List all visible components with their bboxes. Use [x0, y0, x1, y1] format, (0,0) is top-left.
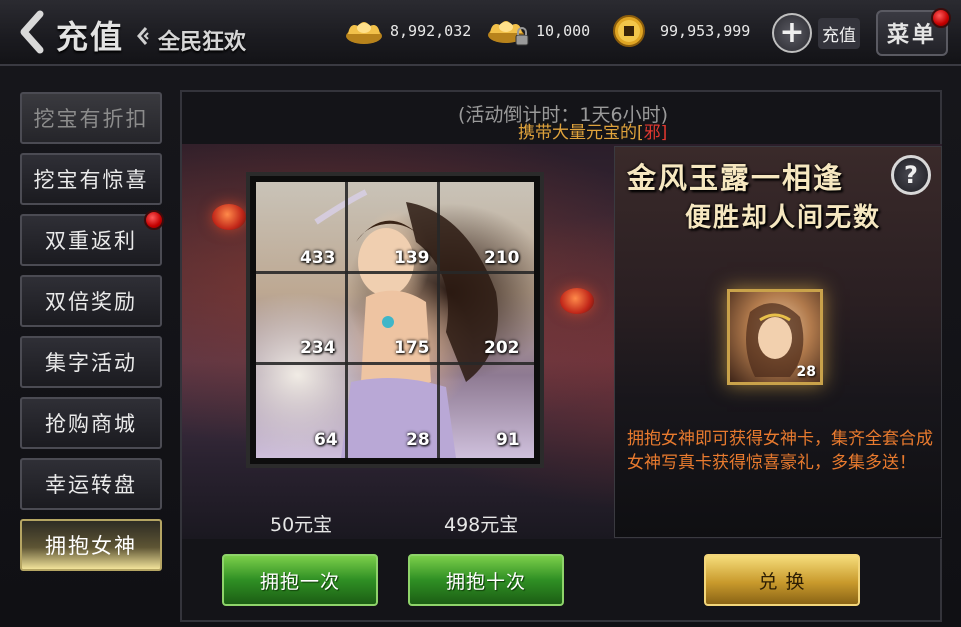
puzzle-cell-value: 175 — [394, 338, 430, 358]
sidebar-item-hug-goddess[interactable]: 拥抱女神 — [20, 519, 162, 571]
page-title: 充值 — [56, 18, 125, 56]
page-subtitle: 全民狂欢 — [158, 29, 247, 55]
promo-description: 拥抱女神即可获得女神卡，集齐全套合成女神写真卡获得惊喜豪礼，多集多送！ — [627, 429, 933, 473]
top-bar: 充值 全民狂欢 8,992,032 10,000 99,953,999 + 充值… — [0, 0, 961, 66]
copper-coin-icon — [613, 15, 645, 47]
puzzle-cell-value: 234 — [300, 338, 336, 358]
sidebar-item-dig-surprise[interactable]: 挖宝有惊喜 — [20, 153, 162, 205]
sidebar-item-double-reward[interactable]: 双倍奖励 — [20, 275, 162, 327]
puzzle-cell-value: 28 — [406, 430, 430, 450]
goddess-card-promo: 金风玉露一相逢 便胜却人间无数 ? 28 拥抱女神即可获得女神卡，集齐全套合成女… — [614, 146, 942, 538]
recharge-button[interactable]: + 充值 — [772, 12, 866, 54]
back-button[interactable] — [14, 10, 48, 54]
locked-gold-value: 10,000 — [536, 22, 591, 40]
hug-ten-price: 498元宝 — [444, 514, 519, 536]
goddess-card-item[interactable]: 28 — [727, 289, 823, 385]
sidebar-item-collect-words[interactable]: 集字活动 — [20, 336, 162, 388]
double-rebate-notification-dot — [144, 210, 164, 230]
gold-ingot-balance: 8,992,032 — [344, 14, 471, 48]
back-arrow-icon — [20, 10, 44, 54]
puzzle-cell-value: 91 — [496, 430, 520, 450]
copper-coin-balance: 99,953,999 — [612, 14, 750, 48]
card-count: 28 — [796, 364, 816, 380]
hug-once-button[interactable]: 拥抱一次 — [222, 554, 378, 606]
puzzle-cell-value: 139 — [394, 248, 430, 268]
puzzle-cell-value: 210 — [484, 248, 520, 268]
help-button[interactable]: ? — [891, 155, 931, 195]
puzzle-cell-value: 433 — [300, 248, 336, 268]
lantern-decoration — [212, 204, 246, 230]
sidebar-item-dig-discount[interactable]: 挖宝有折扣 — [20, 92, 162, 144]
gold-ingot-value: 8,992,032 — [390, 22, 472, 40]
grid-line — [256, 362, 534, 365]
lantern-decoration — [560, 288, 594, 314]
locked-gold-balance: 10,000 — [486, 14, 590, 48]
notice-highlight: 邪] — [643, 123, 668, 143]
copper-coin-value: 99,953,999 — [660, 22, 751, 40]
grid-line — [256, 271, 534, 274]
goddess-portrait: 433 139 210 234 175 202 64 28 91 — [256, 182, 534, 458]
locked-gold-ingot-icon — [488, 21, 529, 46]
scrolling-notice: 携带大量元宝的[邪] — [518, 118, 667, 143]
gold-ingot-icon — [346, 22, 382, 44]
hug-once-price: 50元宝 — [270, 514, 333, 536]
sidebar-item-lucky-wheel[interactable]: 幸运转盘 — [20, 458, 162, 510]
sidebar-item-flash-shop[interactable]: 抢购商城 — [20, 397, 162, 449]
notice-text: 携带大量元宝的[ — [518, 123, 644, 143]
diamond-arrow-icon — [137, 27, 149, 45]
exchange-button[interactable]: 兑 换 — [704, 554, 860, 606]
recharge-label: 充值 — [818, 17, 860, 49]
menu-notification-dot — [931, 8, 951, 28]
puzzle-cell-value: 64 — [314, 430, 338, 450]
grid-line — [437, 182, 440, 458]
goddess-puzzle-board: 433 139 210 234 175 202 64 28 91 — [246, 172, 544, 468]
promo-title-line1: 金风玉露一相逢 — [627, 161, 845, 195]
puzzle-cell-value: 202 — [484, 338, 520, 358]
goddess-figure-art — [314, 189, 498, 458]
grid-line — [345, 182, 348, 458]
app-root: 充值 全民狂欢 8,992,032 10,000 99,953,999 + 充值… — [0, 0, 961, 627]
promo-title-line2: 便胜却人间无数 — [685, 203, 882, 233]
plus-icon: + — [772, 13, 812, 53]
sidebar-item-double-rebate[interactable]: 双重返利 — [20, 214, 162, 266]
hug-ten-button[interactable]: 拥抱十次 — [408, 554, 564, 606]
